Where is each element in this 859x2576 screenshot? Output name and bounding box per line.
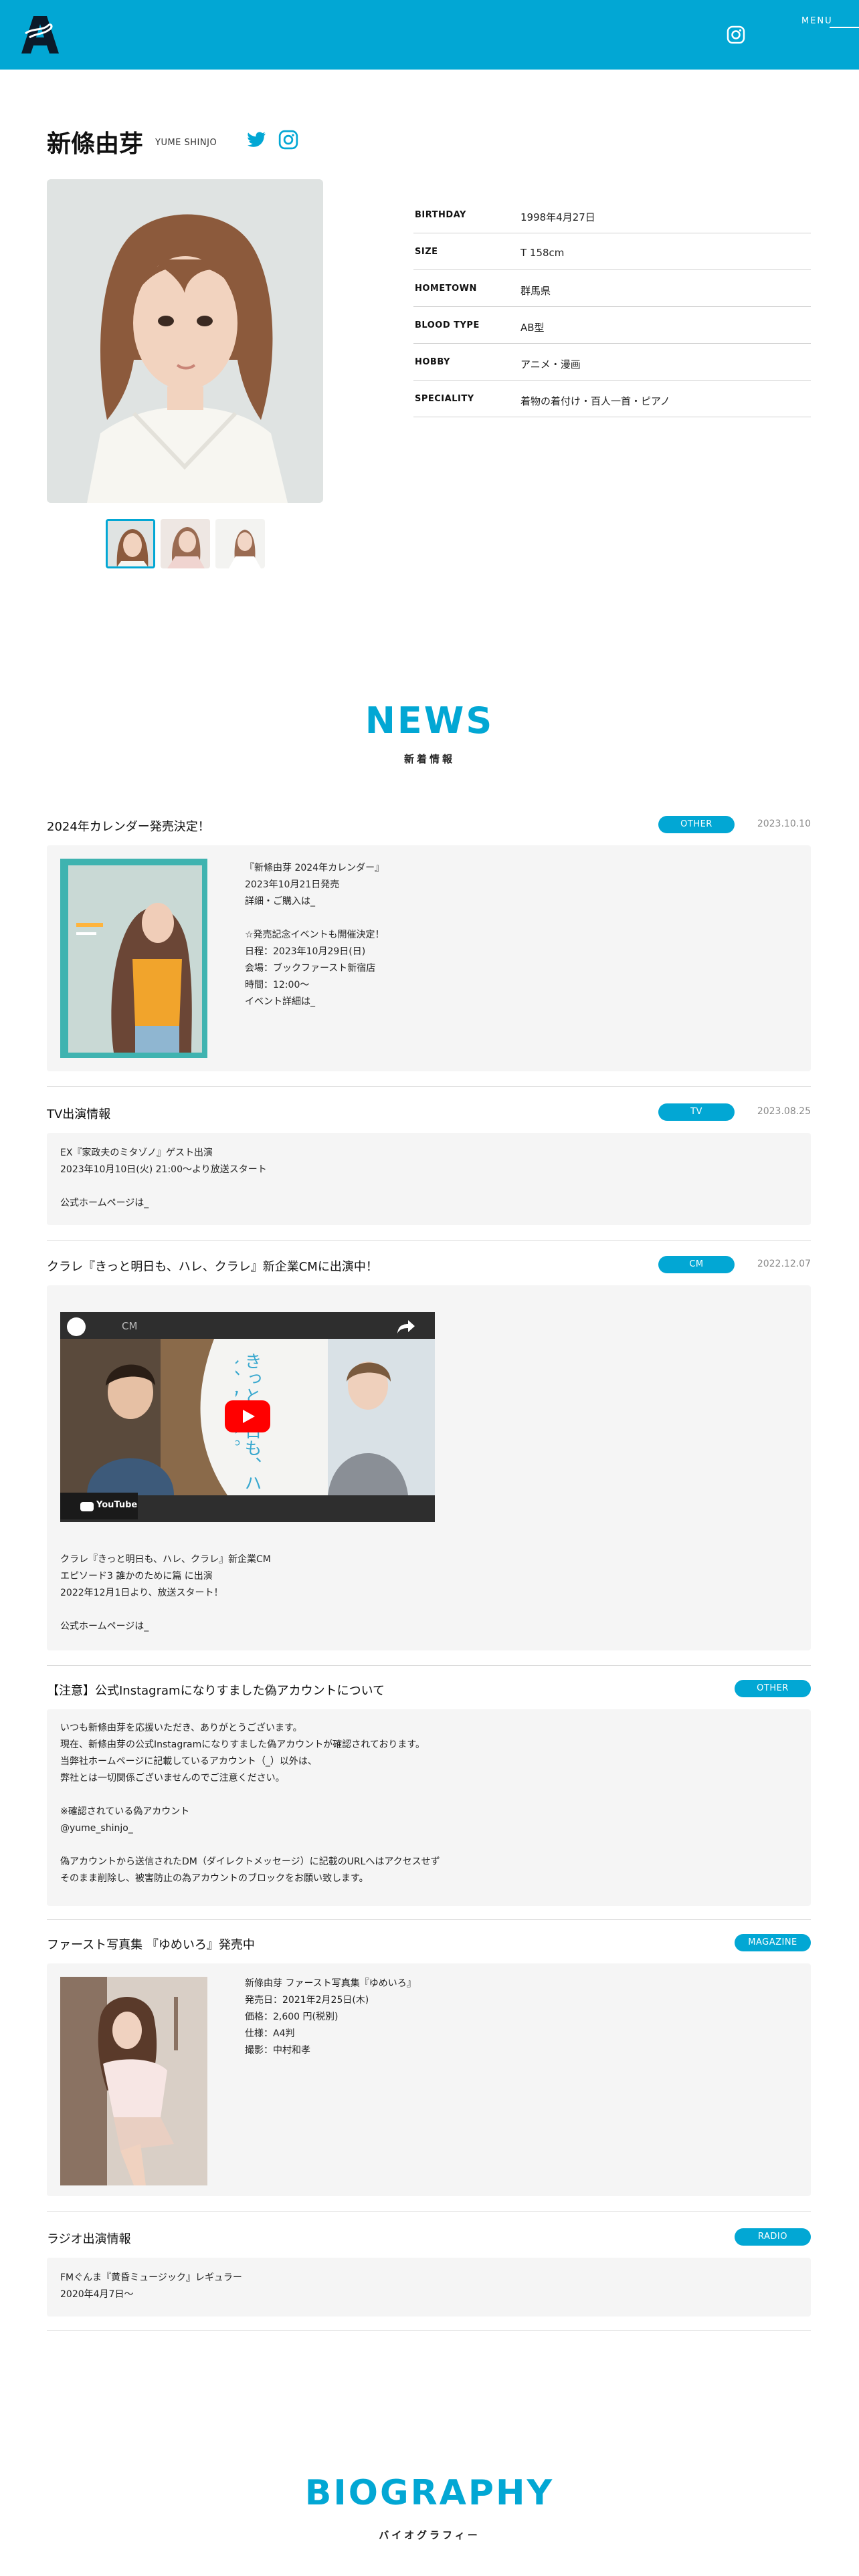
news-section-title: NEWS [365, 700, 494, 742]
news-item-body: いつも新條由芽を応援いただき、ありがとうございます。 現在、新條由芽の公式Ins… [47, 1709, 811, 1906]
news-title[interactable]: クラレ『きっと明日も、ハレ、クラレ』新企業CMに出演中！ [47, 1257, 378, 1275]
profile-name-roman: YUME SHINJO [155, 138, 217, 148]
header-instagram-icon[interactable] [727, 25, 745, 44]
news-title[interactable]: 2024年カレンダー発売決定！ [47, 817, 210, 835]
youtube-logo-icon [80, 1502, 94, 1511]
category-badge: CM [658, 1256, 735, 1273]
youtube-bar: YouTube [60, 1493, 138, 1519]
category-badge: MAGAZINE [735, 1934, 811, 1951]
youtube-brand: YouTube [96, 1500, 138, 1510]
news-title[interactable]: 【注意】公式Instagramになりすました偽アカウントについて [47, 1681, 385, 1699]
profile-thumbnail[interactable] [106, 519, 155, 568]
news-item-body: CM きっと明日も、ハレ、クラレ。 YouTube クラレ『きっと明日も、ハレ、… [47, 1285, 811, 1650]
category-badge: TV [658, 1103, 735, 1121]
spec-key: HOBBY [415, 357, 450, 367]
spec-value: 着物の着付け・百人一首・ピアノ [520, 395, 670, 407]
news-title[interactable]: ファースト写真集 『ゆめいろ』発売中 [47, 1935, 255, 1953]
menu-line [830, 27, 859, 28]
site-logo[interactable] [20, 13, 60, 56]
news-title[interactable]: ラジオ出演情報 [47, 2230, 131, 2247]
spec-value: AB型 [520, 322, 545, 334]
news-text: いつも新條由芽を応援いただき、ありがとうございます。 現在、新條由芽の公式Ins… [60, 1723, 440, 1884]
news-title[interactable]: TV出演情報 [47, 1105, 110, 1122]
spec-key: SIZE [415, 247, 438, 257]
spec-row: SIZE T 158cm [413, 233, 811, 270]
news-text: FMぐんま『黄昏ミュージック』レギュラー 2020年4月7日〜 [60, 2272, 242, 2300]
news-item-body: EX『家政夫のミタゾノ』ゲスト出演 2023年10月10日(火) 21:00〜よ… [47, 1133, 811, 1225]
news-section-subtitle: 新着情報 [403, 753, 455, 765]
category-badge: OTHER [658, 816, 735, 833]
news-text: 『新條由芽 2024年カレンダー』 2023年10月21日発売 詳細・ご購入は_… [245, 863, 385, 1007]
video-player[interactable]: CM きっと明日も、ハレ、クラレ。 YouTube [60, 1312, 435, 1522]
profile-name: 新條由芽 [47, 130, 144, 158]
news-text: クラレ『きっと明日も、ハレ、クラレ』新企業CM エピソード3 誰かのために篇 に… [60, 1554, 271, 1632]
site-header: MENU [0, 0, 859, 70]
spec-key: SPECIALITY [415, 394, 474, 404]
news-date: 2023.10.10 [757, 819, 811, 829]
divider [47, 1665, 811, 1666]
spec-key: HOMETOWN [415, 284, 477, 294]
divider [47, 1086, 811, 1087]
spec-value: アニメ・漫画 [520, 358, 581, 370]
profile-thumbnail[interactable] [215, 519, 265, 568]
spec-value: T 158cm [520, 247, 565, 259]
video-channel-avatar [67, 1317, 86, 1336]
news-text: 新條由芽 ファースト写真集『ゆめいろ』 発売日：2021年2月25日(木) 価格… [245, 1978, 416, 2056]
category-badge: OTHER [735, 1680, 811, 1697]
spec-value: 1998年4月27日 [520, 211, 595, 223]
biography-section-subtitle: バイオグラフィー [379, 2529, 480, 2541]
spec-row: SPECIALITY 着物の着付け・百人一首・ピアノ [413, 381, 811, 417]
calendar-cover-image [60, 859, 207, 1058]
spec-key: BIRTHDAY [415, 210, 466, 220]
spec-row: BLOOD TYPE AB型 [413, 307, 811, 344]
news-date: 2023.08.25 [757, 1106, 811, 1117]
spec-value: 群馬県 [520, 285, 551, 297]
video-title: CM [122, 1320, 138, 1332]
divider [47, 2330, 811, 2331]
category-badge: RADIO [735, 2228, 811, 2246]
menu-button[interactable]: MENU [801, 16, 833, 26]
biography-section-title: BIOGRAPHY [304, 2473, 555, 2513]
spec-key: BLOOD TYPE [415, 320, 480, 330]
divider [47, 1240, 811, 1241]
photobook-cover-image [60, 1977, 207, 2185]
profile-thumbnail[interactable] [161, 519, 210, 568]
news-date: 2022.12.07 [757, 1259, 811, 1269]
news-item-body: 新條由芽 ファースト写真集『ゆめいろ』 発売日：2021年2月25日(木) 価格… [47, 1963, 811, 2196]
instagram-icon[interactable] [278, 130, 298, 150]
news-item-body: FMぐんま『黄昏ミュージック』レギュラー 2020年4月7日〜 [47, 2258, 811, 2317]
play-icon[interactable] [225, 1400, 270, 1432]
news-item-body: 『新條由芽 2024年カレンダー』 2023年10月21日発売 詳細・ご購入は_… [47, 845, 811, 1071]
spec-row: HOMETOWN 群馬県 [413, 270, 811, 307]
news-text: EX『家政夫のミタゾノ』ゲスト出演 2023年10月10日(火) 21:00〜よ… [60, 1148, 267, 1208]
spec-row: BIRTHDAY 1998年4月27日 [413, 197, 811, 233]
divider [47, 1919, 811, 1920]
twitter-icon[interactable] [248, 131, 266, 148]
divider [47, 2211, 811, 2212]
profile-main-photo [47, 179, 323, 503]
share-icon[interactable] [397, 1319, 415, 1333]
spec-row: HOBBY アニメ・漫画 [413, 344, 811, 381]
